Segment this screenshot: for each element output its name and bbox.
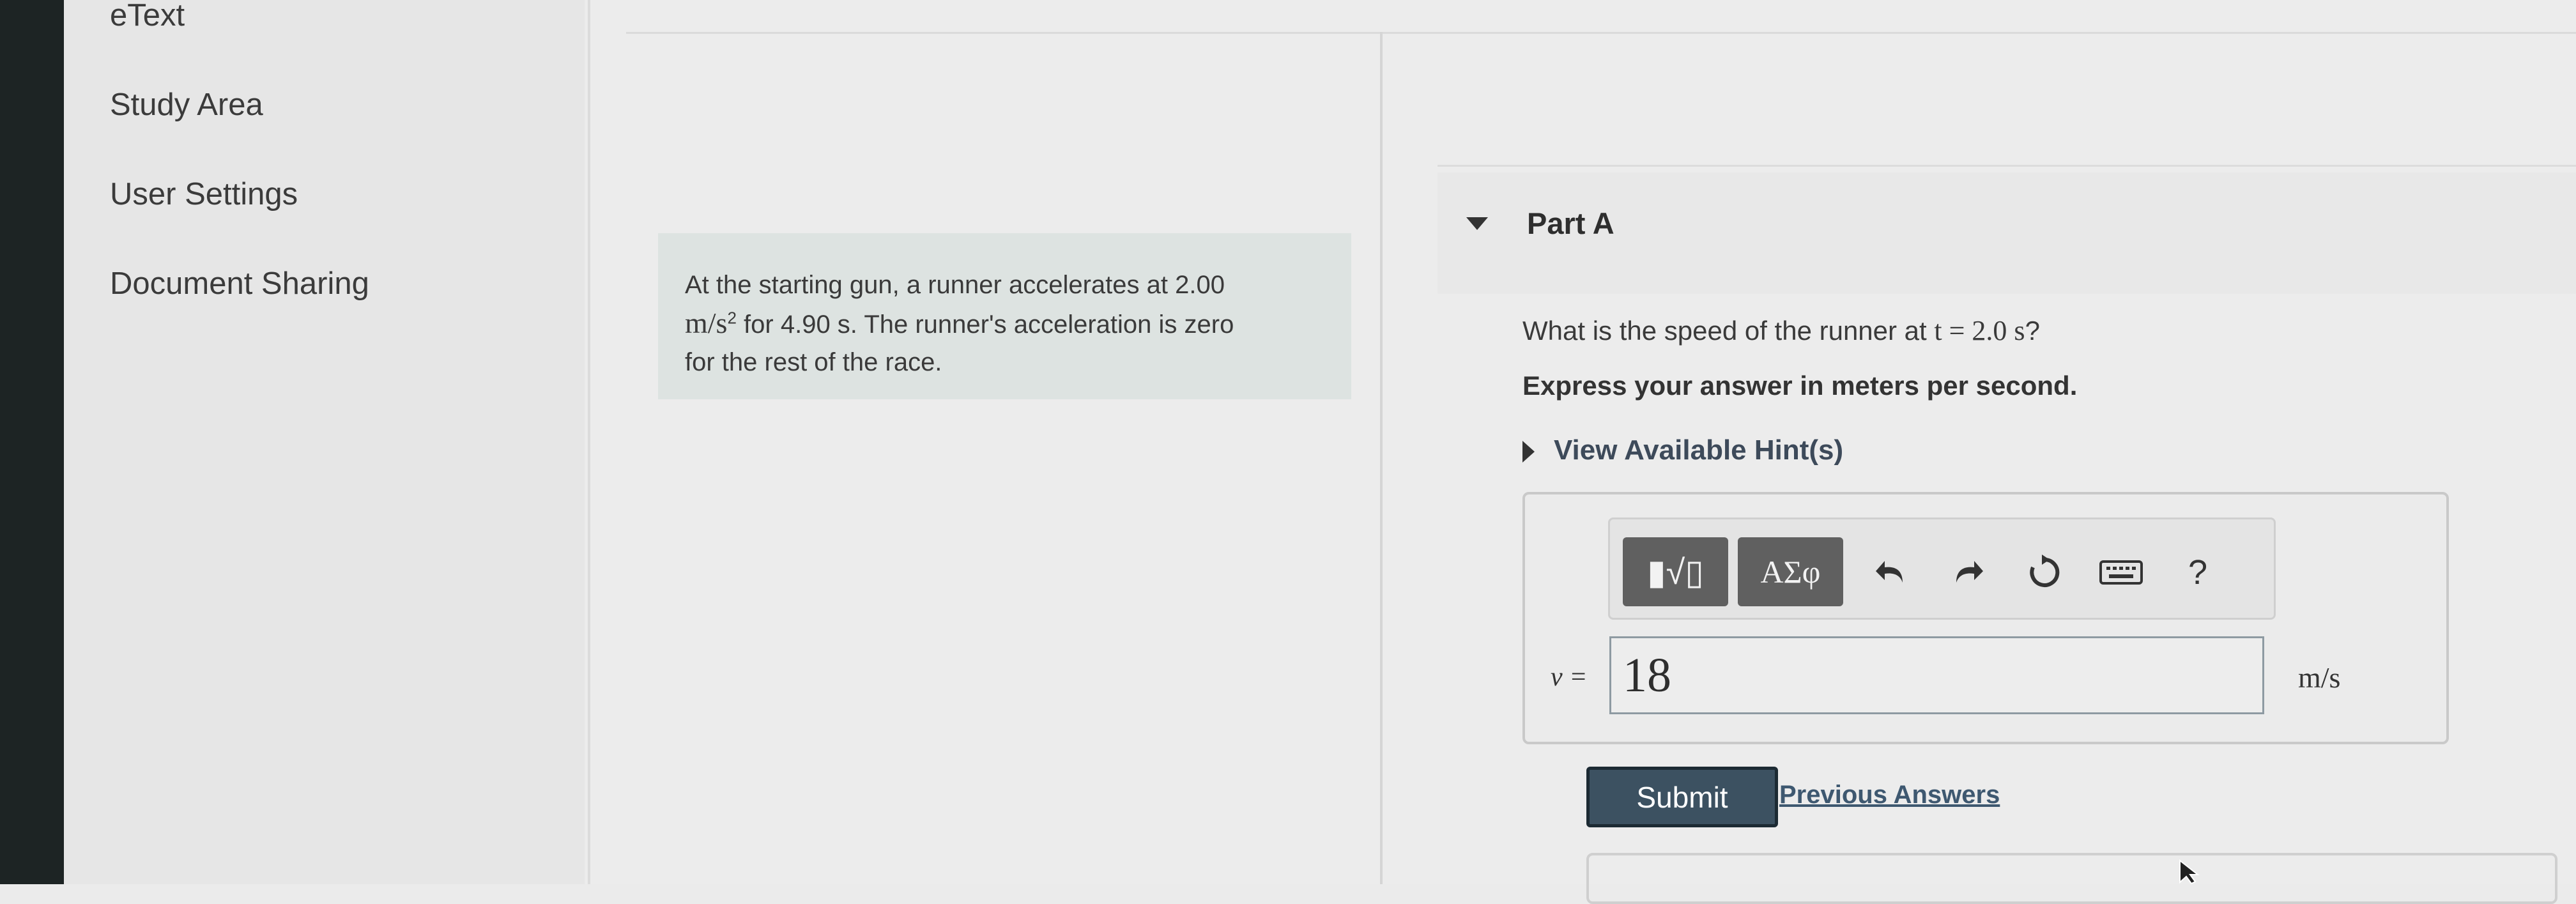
- question-text: What is the speed of the runner at t = 2…: [1522, 314, 2040, 347]
- help-icon[interactable]: ?: [2172, 544, 2223, 601]
- question-suffix: ?: [2025, 316, 2040, 346]
- answer-panel: ▮√▯ ΑΣφ ? v = m/s: [1522, 492, 2449, 744]
- problem-line-2: m/s2 for 4.90 s. The runner's accelerati…: [685, 304, 1326, 344]
- reset-icon[interactable]: [2019, 544, 2070, 601]
- problem-line-2-text: for 4.90 s. The runner's acceleration is…: [736, 310, 1234, 339]
- previous-answers-link[interactable]: Previous Answers: [1779, 781, 2000, 809]
- part-a-rule: [1438, 165, 2576, 167]
- feedback-panel: [1586, 853, 2557, 904]
- answer-input[interactable]: [1609, 636, 2264, 714]
- submit-button[interactable]: Submit: [1586, 767, 1778, 827]
- nav-item-document-sharing[interactable]: Document Sharing: [110, 266, 369, 302]
- answer-unit: m/s: [2298, 661, 2341, 694]
- math-toolbar: ▮√▯ ΑΣφ ?: [1608, 517, 2276, 620]
- nav-item-etext[interactable]: eText: [110, 0, 185, 33]
- hint-label: View Available Hint(s): [1554, 434, 1844, 466]
- left-navigation: eText Study Area User Settings Document …: [64, 0, 585, 884]
- problem-statement: At the starting gun, a runner accelerate…: [658, 233, 1351, 399]
- question-math: t = 2.0 s: [1934, 315, 2025, 346]
- content-top-rule: [626, 32, 2576, 34]
- mouse-cursor-icon: [2179, 859, 2204, 887]
- nav-item-user-settings[interactable]: User Settings: [110, 176, 298, 212]
- screen-bezel: [0, 0, 64, 884]
- question-prefix: What is the speed of the runner at: [1522, 316, 1935, 346]
- keyboard-icon[interactable]: [2096, 544, 2147, 601]
- fraction-root-template-icon[interactable]: ▮√▯: [1623, 537, 1728, 606]
- browser-viewport: eText Study Area User Settings Document …: [64, 0, 2576, 904]
- collapse-caret-icon[interactable]: [1466, 217, 1488, 230]
- redo-icon[interactable]: [1942, 544, 1993, 601]
- expand-caret-icon: [1522, 441, 1535, 463]
- undo-icon[interactable]: [1866, 544, 1917, 601]
- unit-exponent: 2: [727, 308, 737, 328]
- answer-instruction: Express your answer in meters per second…: [1522, 371, 2078, 401]
- problem-line-3: for the rest of the race.: [685, 348, 942, 376]
- nav-divider: [588, 0, 590, 884]
- problem-line-1: At the starting gun, a runner accelerate…: [685, 271, 1225, 299]
- acceleration-unit: m/s: [685, 307, 728, 339]
- nav-item-study-area[interactable]: Study Area: [110, 87, 263, 123]
- variable-label: v =: [1551, 663, 1588, 692]
- view-hints-toggle[interactable]: View Available Hint(s): [1522, 434, 1843, 466]
- part-a-header[interactable]: Part A: [1438, 172, 2576, 294]
- greek-symbols-button[interactable]: ΑΣφ: [1738, 537, 1843, 606]
- column-divider: [1380, 32, 1383, 884]
- part-a-title: Part A: [1527, 206, 1614, 240]
